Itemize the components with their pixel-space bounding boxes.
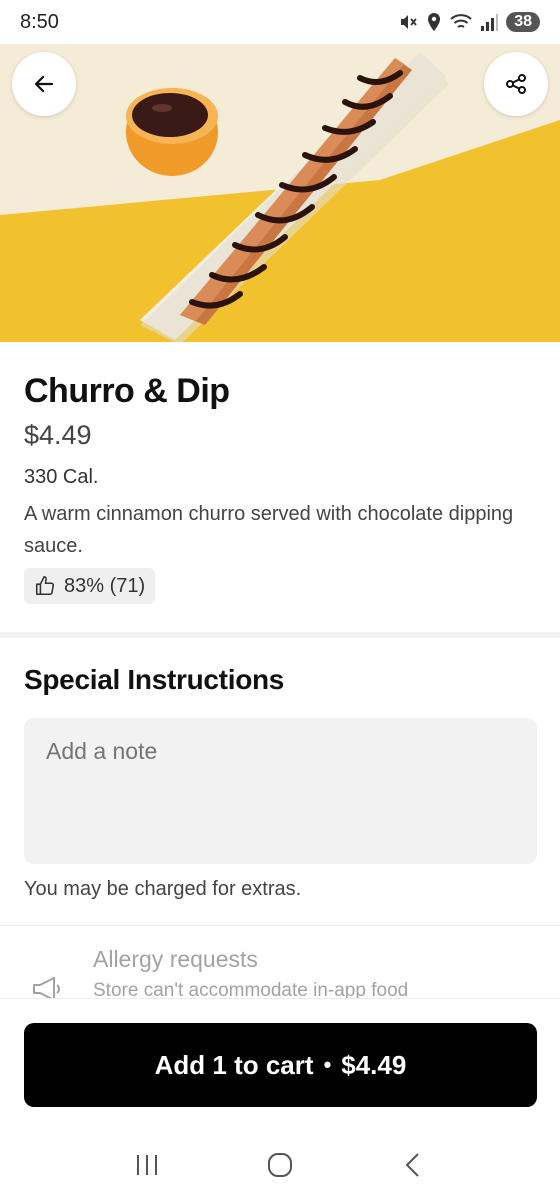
battery-icon: 38 <box>506 12 540 32</box>
item-description: A warm cinnamon churro served with choco… <box>24 503 514 557</box>
special-instructions-title: Special Instructions <box>24 664 285 695</box>
status-time: 8:50 <box>20 10 59 33</box>
allergy-subtitle: Store can't accommodate in-app food <box>93 980 409 1000</box>
signal-icon <box>481 14 499 31</box>
wifi-icon <box>450 14 472 28</box>
share-icon <box>506 74 526 94</box>
divider <box>0 925 560 926</box>
allergy-requests[interactable]: Allergy requests Store can't accommodate… <box>0 938 560 1000</box>
status-icons: 38 <box>398 12 540 32</box>
system-nav-bar <box>0 1130 560 1200</box>
cart-separator: • <box>323 1052 332 1077</box>
item-price: $4.49 <box>24 420 92 450</box>
note-input[interactable] <box>24 718 537 864</box>
home-icon <box>267 1153 292 1177</box>
location-icon <box>428 13 441 31</box>
share-button[interactable] <box>484 52 548 116</box>
hero-image <box>0 40 560 342</box>
rating-badge: 83% (71) <box>24 568 156 604</box>
recent-apps-button[interactable] <box>117 1135 177 1195</box>
churro-photo <box>0 40 560 342</box>
mute-icon <box>401 15 417 29</box>
arrow-left-icon <box>34 75 54 93</box>
rating-text: 83% (71) <box>64 574 146 597</box>
status-bar: 8:50 38 <box>0 0 560 44</box>
section-divider <box>0 632 560 638</box>
recent-apps-icon <box>136 1155 157 1175</box>
back-button[interactable] <box>12 52 76 116</box>
cart-label: Add 1 to cart <box>154 1049 314 1080</box>
item-title: Churro & Dip <box>24 372 230 410</box>
extras-note: You may be charged for extras. <box>24 878 302 900</box>
thumbs-up-icon <box>35 576 55 596</box>
item-calories: 330 Cal. <box>24 466 99 488</box>
allergy-title: Allergy requests <box>93 946 258 972</box>
add-to-cart-button[interactable]: Add 1 to cart • $4.49 <box>24 1023 537 1107</box>
cart-price: $4.49 <box>341 1049 407 1080</box>
megaphone-icon <box>33 977 60 1000</box>
back-icon <box>405 1153 420 1177</box>
back-nav-button[interactable] <box>383 1135 443 1195</box>
home-button[interactable] <box>250 1135 310 1195</box>
